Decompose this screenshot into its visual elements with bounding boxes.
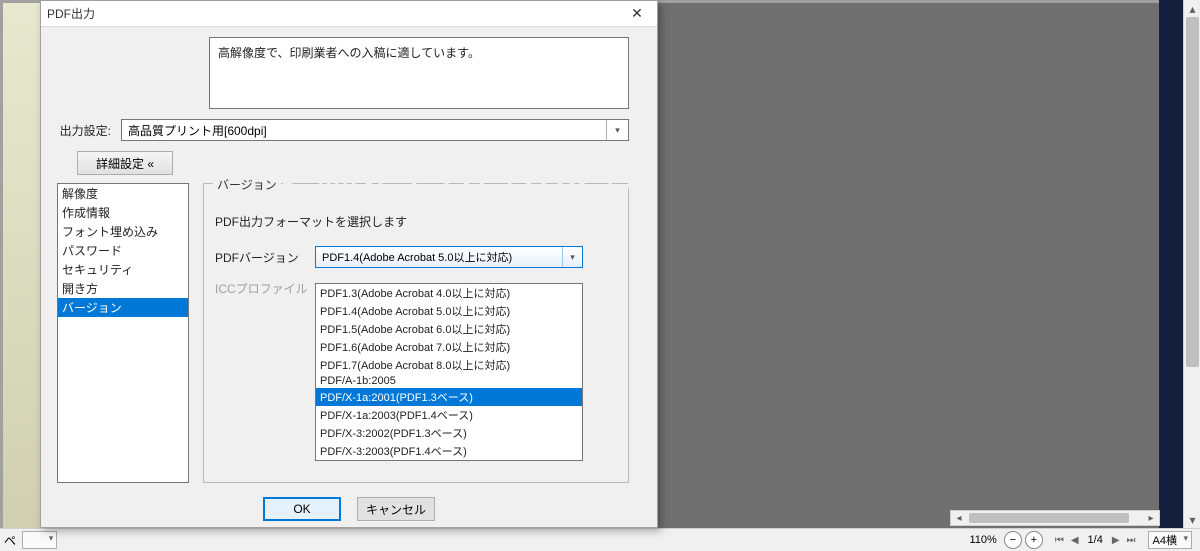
detail-settings-button[interactable]: 詳細設定 « — [77, 151, 173, 175]
cancel-button[interactable]: キャンセル — [357, 497, 435, 521]
chevron-down-icon: ▾ — [562, 247, 582, 267]
pdf-version-dropdown[interactable]: PDF1.4(Adobe Acrobat 5.0以上に対応) ▾ — [315, 246, 583, 268]
pdf-version-label: PDFバージョン — [215, 249, 315, 266]
page-prev-button[interactable]: ◀ — [1069, 535, 1081, 546]
zoom-controls: 110% − + — [966, 531, 1043, 549]
pdf-version-option[interactable]: PDF1.3(Adobe Acrobat 4.0以上に対応) — [316, 284, 582, 302]
pdf-export-dialog: PDF出力 ✕ 高解像度で、印刷業者への入稿に適しています。 出力設定: 高品質… — [40, 0, 658, 528]
zoom-value: 110% — [970, 534, 997, 546]
zoom-in-button[interactable]: + — [1025, 531, 1043, 549]
scroll-right-button[interactable]: ▸ — [1143, 511, 1159, 525]
pdf-version-option[interactable]: PDF1.7(Adobe Acrobat 8.0以上に対応) — [316, 356, 582, 374]
pdf-version-value: PDF1.4(Adobe Acrobat 5.0以上に対応) — [322, 252, 512, 264]
pdf-version-option[interactable]: PDF/X-1a:2001(PDF1.3ベース) — [316, 388, 582, 406]
statusbar-dropdown-1[interactable] — [22, 531, 57, 549]
pdf-version-option[interactable]: PDF/X-1a:2003(PDF1.4ベース) — [316, 406, 582, 424]
preset-description: 高解像度で、印刷業者への入稿に適しています。 — [209, 37, 629, 109]
statusbar: ペ 110% − + ⏮ ◀ 1/4 ▶ ⏭ A4横 — [0, 528, 1200, 551]
category-item[interactable]: セキュリティ — [58, 260, 188, 279]
statusbar-paper-dropdown[interactable]: A4横 — [1148, 531, 1192, 549]
page-indicator: 1/4 — [1088, 534, 1103, 546]
category-item[interactable]: 開き方 — [58, 279, 188, 298]
pdf-version-option[interactable]: PDF/X-3:2003(PDF1.4ベース) — [316, 442, 582, 460]
dialog-titlebar: PDF出力 ✕ — [41, 1, 657, 27]
chevron-down-icon: ▾ — [606, 120, 628, 140]
page-last-button[interactable]: ⏭ — [1125, 535, 1138, 546]
dialog-title: PDF出力 — [47, 5, 617, 22]
pdf-version-option[interactable]: PDF1.4(Adobe Acrobat 5.0以上に対応) — [316, 302, 582, 320]
scroll-up-button[interactable]: ▴ — [1184, 0, 1200, 17]
category-item[interactable]: 作成情報 — [58, 203, 188, 222]
scroll-down-button[interactable]: ▾ — [1184, 511, 1200, 528]
preset-dropdown[interactable]: 高品質プリント用[600dpi] ▾ — [121, 119, 629, 141]
scrollbar-thumb-horizontal[interactable] — [969, 513, 1129, 523]
page-next-button[interactable]: ▶ — [1110, 535, 1122, 546]
category-item[interactable]: バージョン — [58, 298, 188, 317]
category-list[interactable]: 解像度作成情報フォント埋め込みパスワードセキュリティ開き方バージョン — [57, 183, 189, 483]
scroll-left-button[interactable]: ◂ — [951, 511, 967, 525]
pdf-version-option[interactable]: PDF1.6(Adobe Acrobat 7.0以上に対応) — [316, 338, 582, 356]
panel-subtitle: PDF出力フォーマットを選択します — [215, 213, 407, 230]
ok-button[interactable]: OK — [263, 497, 341, 521]
pdf-version-option[interactable]: PDF/A-1b:2005 — [316, 374, 582, 388]
category-item[interactable]: 解像度 — [58, 184, 188, 203]
horizontal-scrollbar[interactable]: ◂ ▸ — [950, 510, 1160, 526]
app-left-strip — [3, 3, 43, 528]
pdf-version-option[interactable]: PDF/X-3:2002(PDF1.3ベース) — [316, 424, 582, 442]
preset-dropdown-value: 高品質プリント用[600dpi] — [128, 124, 267, 138]
icc-profile-label: ICCプロファイル — [215, 280, 315, 297]
dialog-close-button[interactable]: ✕ — [617, 1, 657, 27]
category-item[interactable]: パスワード — [58, 241, 188, 260]
zoom-out-button[interactable]: − — [1004, 531, 1022, 549]
scrollbar-thumb-vertical[interactable] — [1186, 17, 1199, 367]
page-controls: ⏮ ◀ 1/4 ▶ ⏭ — [1053, 534, 1138, 546]
pdf-version-dropdown-list[interactable]: PDF1.3(Adobe Acrobat 4.0以上に対応)PDF1.4(Ado… — [315, 283, 583, 461]
app-right-strip — [1159, 0, 1183, 528]
pdf-version-option[interactable]: PDF1.5(Adobe Acrobat 6.0以上に対応) — [316, 320, 582, 338]
fieldset-legend: バージョン — [213, 176, 281, 193]
preset-label: 出力設定: — [57, 122, 121, 139]
vertical-scrollbar[interactable]: ▴ ▾ — [1183, 0, 1200, 528]
category-item[interactable]: フォント埋め込み — [58, 222, 188, 241]
statusbar-left-label: ペ — [4, 532, 16, 549]
page-first-button[interactable]: ⏮ — [1053, 535, 1066, 546]
